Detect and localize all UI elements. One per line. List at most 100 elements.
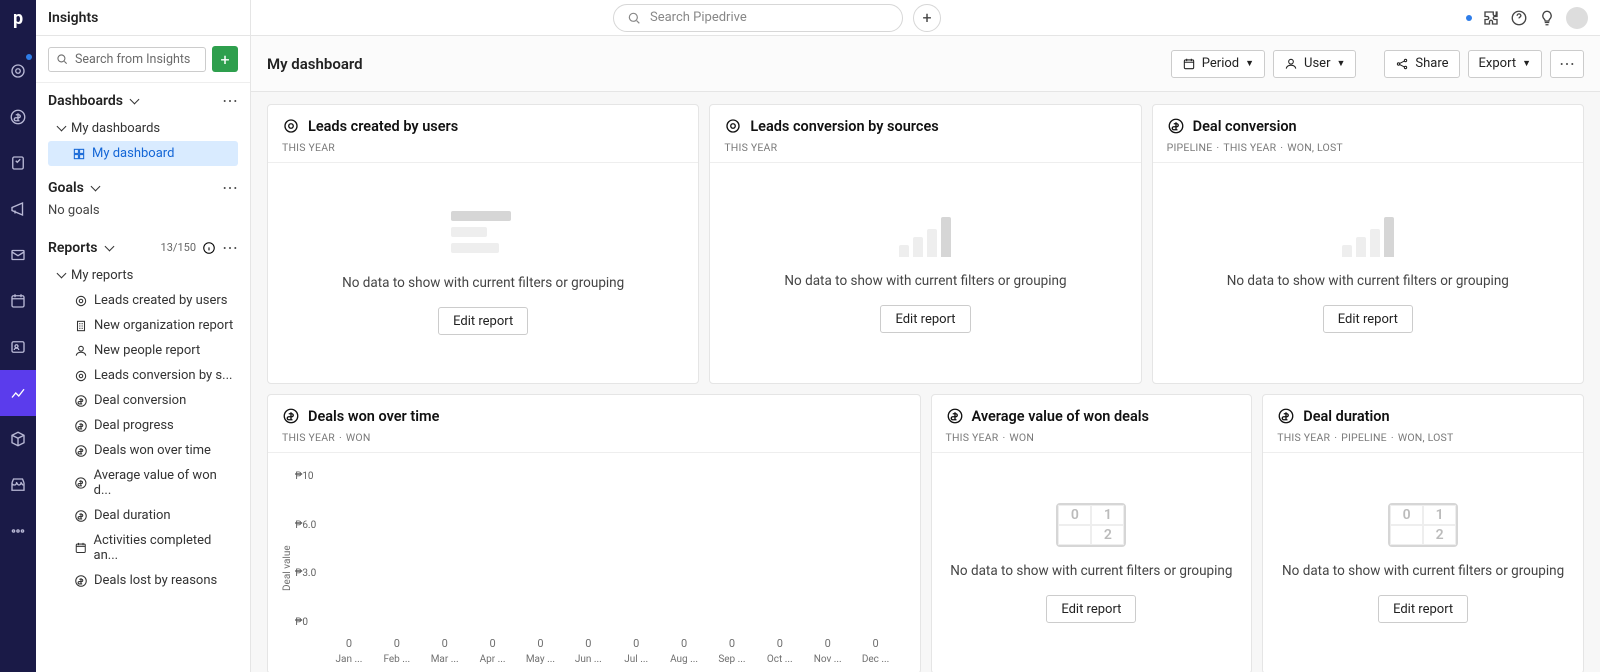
dollar-icon <box>282 407 300 425</box>
card: Average value of won dealsTHIS YEAR·WON0… <box>931 394 1253 672</box>
card: Deal conversionPIPELINE·THIS YEAR·WON, L… <box>1152 104 1584 384</box>
rail-more[interactable] <box>0 508 36 554</box>
edit-report-button[interactable]: Edit report <box>1046 595 1136 623</box>
share-icon <box>1395 57 1409 71</box>
rail-activities[interactable] <box>0 278 36 324</box>
reports-count: 13/150 <box>161 241 196 254</box>
placeholder-counter-icon: 012 <box>1388 503 1458 547</box>
share-button[interactable]: Share <box>1384 50 1459 78</box>
notification-dot <box>1466 15 1472 21</box>
lightbulb-icon[interactable] <box>1538 9 1556 27</box>
app-title: Insights <box>48 10 98 26</box>
info-icon[interactable] <box>202 241 216 255</box>
card: Deals won over timeTHIS YEAR·WONDeal val… <box>267 394 921 672</box>
dollar-icon <box>74 509 88 523</box>
chevron-down-icon <box>56 121 65 136</box>
report-item[interactable]: Leads created by users <box>48 288 238 313</box>
logo[interactable]: p <box>0 0 36 36</box>
report-item[interactable]: Deals won over time <box>48 438 238 463</box>
report-item[interactable]: Average value of won d... <box>48 463 238 503</box>
card: Deal durationTHIS YEAR·PIPELINE·WON, LOS… <box>1262 394 1584 672</box>
report-item[interactable]: Deal duration <box>48 503 238 528</box>
dashboard-grid: Leads created by usersTHIS YEARNo data t… <box>251 92 1600 672</box>
global-search[interactable]: Search Pipedrive <box>613 4 903 32</box>
edit-report-button[interactable]: Edit report <box>1323 305 1413 333</box>
sidebar-topbar: Insights <box>36 0 250 36</box>
left-rail: p <box>0 0 36 672</box>
placeholder-hbar-icon <box>451 211 515 259</box>
rail-leads[interactable] <box>0 48 36 94</box>
placeholder-vbar-icon <box>1342 213 1394 257</box>
report-item[interactable]: Activities completed an... <box>48 528 238 568</box>
report-item[interactable]: New organization report <box>48 313 238 338</box>
export-button[interactable]: Export ▼ <box>1468 50 1542 78</box>
placeholder-vbar-icon <box>899 213 951 257</box>
report-item[interactable]: Deal conversion <box>48 388 238 413</box>
header: Search Pipedrive + <box>251 0 1600 36</box>
report-item[interactable]: Deal progress <box>48 413 238 438</box>
section-goals[interactable]: Goals <box>48 178 238 197</box>
section-dashboards[interactable]: Dashboards <box>48 91 238 110</box>
user-icon <box>74 344 88 358</box>
rail-campaigns[interactable] <box>0 186 36 232</box>
toolbar: My dashboard Period ▼ User ▼ Share Expor… <box>251 36 1600 92</box>
calendar-icon <box>1182 57 1196 71</box>
user-button[interactable]: User ▼ <box>1273 50 1356 78</box>
edit-report-button[interactable]: Edit report <box>880 305 970 333</box>
more-button[interactable] <box>1550 50 1584 78</box>
building-icon <box>74 319 88 333</box>
puzzle-icon[interactable] <box>1482 9 1500 27</box>
report-item[interactable]: Leads conversion by s... <box>48 363 238 388</box>
dollar-icon <box>74 574 88 588</box>
dollar-icon <box>74 394 88 408</box>
page-title: My dashboard <box>267 55 363 73</box>
card: Leads conversion by sourcesTHIS YEARNo d… <box>709 104 1141 384</box>
quick-add-button[interactable]: + <box>913 4 941 32</box>
dollar-icon <box>74 444 88 458</box>
report-item[interactable]: New people report <box>48 338 238 363</box>
placeholder-counter-icon: 012 <box>1056 503 1126 547</box>
avatar[interactable] <box>1566 7 1588 29</box>
edit-report-button[interactable]: Edit report <box>438 307 528 335</box>
rail-mail[interactable] <box>0 232 36 278</box>
period-button[interactable]: Period ▼ <box>1171 50 1265 78</box>
add-button[interactable]: + <box>212 46 238 72</box>
sidebar: Insights Search from Insights + Dashboar… <box>36 0 251 672</box>
dollar-icon <box>74 476 88 490</box>
goals-more-icon[interactable] <box>222 178 238 197</box>
dollar-icon <box>74 419 88 433</box>
rail-insights[interactable] <box>0 370 36 416</box>
no-goals-label: No goals <box>48 197 238 226</box>
main: Search Pipedrive + My dashboard Period ▼… <box>251 0 1600 672</box>
report-item[interactable]: Deals lost by reasons <box>48 568 238 593</box>
dashboards-more-icon[interactable] <box>222 91 238 110</box>
dollar-icon <box>1277 407 1295 425</box>
chevron-down-icon <box>104 240 113 256</box>
reports-more-icon[interactable] <box>222 238 238 257</box>
tree-current-dashboard[interactable]: My dashboard <box>48 141 238 166</box>
tree-my-reports[interactable]: My reports <box>48 263 238 288</box>
dollar-icon <box>946 407 964 425</box>
target-icon <box>74 369 88 383</box>
chart: Deal value₱10₱6.0₱3.0₱00Jan ...0Feb ...0… <box>280 471 900 665</box>
search-icon <box>626 10 642 26</box>
chevron-down-icon <box>56 268 65 283</box>
rail-projects[interactable] <box>0 140 36 186</box>
search-icon <box>55 52 69 66</box>
sidebar-search[interactable]: Search from Insights <box>48 47 206 72</box>
rail-deals[interactable] <box>0 94 36 140</box>
rail-marketplace[interactable] <box>0 462 36 508</box>
card: Leads created by usersTHIS YEARNo data t… <box>267 104 699 384</box>
more-icon <box>1559 54 1575 73</box>
help-icon[interactable] <box>1510 9 1528 27</box>
target-icon <box>282 117 300 135</box>
sidebar-search-placeholder: Search from Insights <box>75 52 190 67</box>
target-icon <box>74 294 88 308</box>
rail-contacts[interactable] <box>0 324 36 370</box>
rail-products[interactable] <box>0 416 36 462</box>
target-icon <box>724 117 742 135</box>
edit-report-button[interactable]: Edit report <box>1378 595 1468 623</box>
chevron-down-icon <box>129 93 138 109</box>
section-reports[interactable]: Reports 13/150 <box>48 238 238 257</box>
tree-my-dashboards[interactable]: My dashboards <box>48 116 238 141</box>
